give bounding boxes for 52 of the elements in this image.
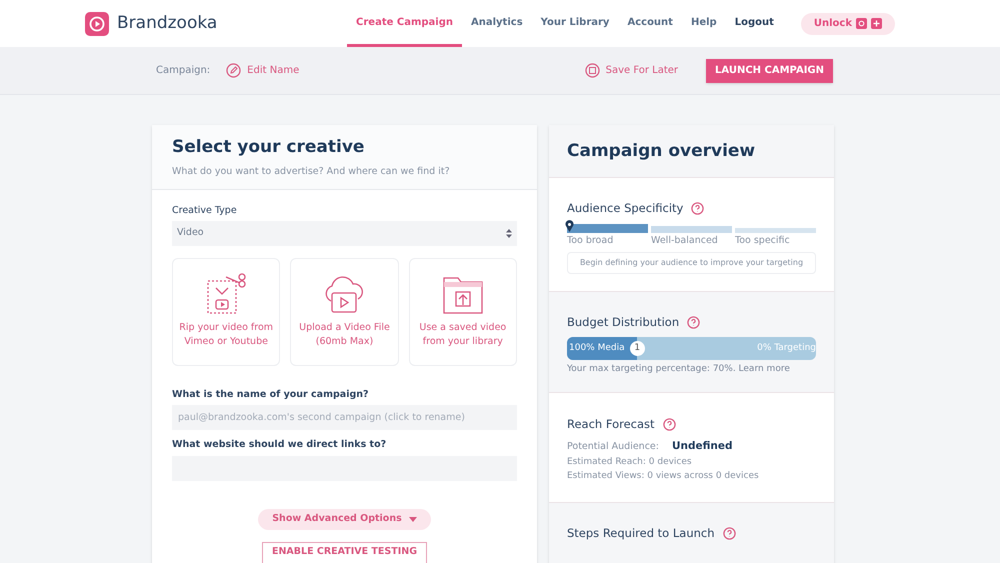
budget-slider[interactable]: 100% Media 1 0% Targeting bbox=[567, 337, 816, 360]
reach-estimate: Estimated Reach: 0 devices bbox=[567, 456, 693, 469]
sort-arrows-icon bbox=[506, 229, 512, 238]
field-label: What website should we direct links to? bbox=[172, 438, 388, 452]
creative-option-card[interactable]: Rip your video from Vimeo or Youtube bbox=[172, 258, 280, 366]
logo-icon bbox=[85, 12, 109, 36]
potential-value: Undefined bbox=[672, 439, 733, 454]
plus-icon bbox=[871, 18, 882, 29]
help-icon[interactable] bbox=[687, 316, 700, 330]
nav-tab[interactable]: Account bbox=[618, 0, 682, 47]
edit-name-button[interactable]: Edit Name bbox=[226, 63, 300, 78]
nav-tab[interactable]: Help bbox=[682, 0, 726, 47]
campaign-label: Campaign: bbox=[156, 64, 210, 78]
location-pin-icon bbox=[565, 220, 574, 232]
brand-name: Brandzooka bbox=[117, 12, 218, 35]
field-label: Creative Type bbox=[172, 204, 238, 218]
save-icon bbox=[584, 63, 600, 78]
section-title: Audience Specificity bbox=[567, 200, 684, 216]
section-title: Reach Forecast bbox=[567, 416, 655, 433]
section-title: Steps Required to Launch bbox=[567, 524, 715, 542]
creative-testing-button[interactable]: ENABLE CREATIVE TESTING bbox=[262, 542, 427, 563]
creative-option-card[interactable]: Use a saved video from your library bbox=[408, 258, 517, 366]
nav-tab[interactable]: Your Library bbox=[532, 0, 618, 47]
targeting-share: 0% Targeting bbox=[757, 342, 816, 355]
creative-subtitle: What do you want to advertise? And where can we find it? bbox=[172, 164, 451, 178]
potential-label: Potential Audience: bbox=[567, 440, 660, 454]
creative-type-select[interactable]: Video bbox=[172, 221, 517, 246]
help-icon[interactable] bbox=[662, 418, 676, 431]
help-icon[interactable] bbox=[722, 526, 736, 540]
reach-estimate: Estimated Views: 0 views across 0 devices bbox=[567, 470, 760, 483]
media-share: 100% Media bbox=[569, 342, 625, 355]
instagram-icon bbox=[856, 18, 867, 29]
section-title: Budget Distribution bbox=[567, 314, 680, 331]
nav-tab[interactable]: Logout bbox=[726, 0, 783, 47]
segment-label: Too specific bbox=[735, 234, 791, 248]
audience-hint: Begin defining your audience to improve your targeting bbox=[567, 252, 816, 274]
help-icon[interactable] bbox=[691, 202, 704, 215]
nav-tab[interactable]: Analytics bbox=[462, 0, 532, 47]
segment-label: Well-balanced bbox=[651, 234, 719, 248]
folder-upload-icon bbox=[440, 275, 485, 315]
budget-note: Your max targeting percentage: 70%. Learn more bbox=[567, 363, 791, 376]
campaign-name-input[interactable]: paul@brandzooka.com's second campaign (click to rename) bbox=[172, 405, 517, 430]
save-for-later-button[interactable]: Save For Later bbox=[584, 63, 678, 78]
segment-label: Too broad bbox=[567, 234, 614, 248]
unlock-button[interactable]: Unlock bbox=[800, 12, 895, 34]
advanced-options-button[interactable]: Show Advanced Options bbox=[258, 508, 431, 530]
creative-option-card[interactable]: Upload a Video File (60mb Max) bbox=[290, 258, 399, 366]
pencil-icon bbox=[226, 63, 242, 78]
field-label: What is the name of your campaign? bbox=[172, 388, 370, 402]
launch-campaign-button[interactable]: LAUNCH CAMPAIGN bbox=[706, 58, 833, 82]
caret-icon bbox=[408, 516, 417, 522]
creative-title: Select your creative bbox=[172, 136, 366, 159]
